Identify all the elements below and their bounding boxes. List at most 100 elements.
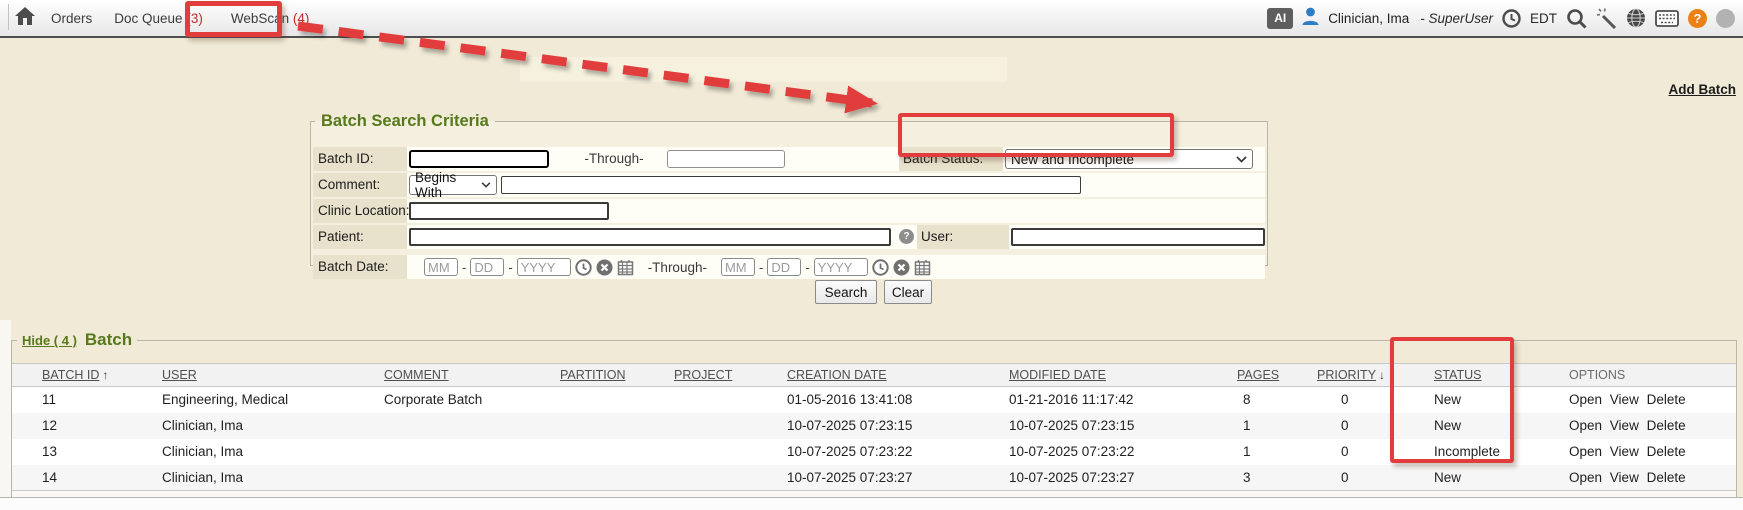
priority-cell: 0 [1315,465,1432,491]
column-header-partition[interactable]: PARTITION [558,364,672,387]
batch-date-to-day-input[interactable] [767,258,801,276]
modified-date-cell: 10-07-2025 07:23:27 [1007,465,1235,491]
delete-link[interactable]: Delete [1647,470,1686,485]
batch-date-from-year-input[interactable] [517,258,571,276]
batch-id-cell: 13 [12,439,160,465]
time-picker-icon[interactable] [575,259,592,276]
pages-cell: 1 [1235,439,1315,465]
sort-asc-icon[interactable]: ↑ [102,368,108,382]
time-picker-icon[interactable] [872,259,889,276]
column-header-creation-date[interactable]: CREATION DATE [785,364,1007,387]
delete-link[interactable]: Delete [1647,444,1686,459]
add-batch-link[interactable]: Add Batch [1669,82,1737,97]
batch-id-row: Batch ID: -Through- Batch Status: New an… [313,147,1265,171]
modified-date-cell: 10-07-2025 07:23:22 [1007,439,1235,465]
top-nav-bar: Orders Doc Queue (3) WebScan (4) AI Clin… [0,0,1743,38]
batch-date-group: - - -Through- - [424,255,931,279]
magic-wand-icon[interactable] [1596,8,1617,29]
creation-date-cell: 10-07-2025 07:23:22 [785,439,1007,465]
user-input[interactable] [1011,228,1265,246]
column-header-comment[interactable]: COMMENT [382,364,558,387]
left-gutter [0,320,11,510]
search-button[interactable]: Search [815,280,877,304]
user-icon [1302,7,1319,30]
batch-status-value: New and Incomplete [1011,152,1134,167]
help-icon[interactable]: ? [1688,9,1707,28]
nav-item-doc-queue[interactable]: Doc Queue (3) [114,11,203,26]
clinic-location-input[interactable] [409,202,609,220]
clinic-location-label: Clinic Location: [313,199,407,223]
patient-help-icon[interactable]: ? [899,229,914,244]
clear-button[interactable]: Clear [884,280,932,304]
column-header-pages[interactable]: PAGES [1235,364,1315,387]
open-link[interactable]: Open [1569,392,1602,407]
comment-row: Comment: Begins With [313,173,1265,197]
batch-date-row: Batch Date: - - -Throug [313,255,1265,279]
comment-operator-select[interactable]: Begins With [409,175,497,195]
column-header-project[interactable]: PROJECT [672,364,785,387]
comment-cell [382,465,558,491]
status-cell: New [1432,387,1567,413]
project-cell [672,439,785,465]
hide-results-link[interactable]: Hide ( 4 ) [22,333,77,348]
priority-cell: 0 [1315,413,1432,439]
batch-search-criteria-panel: Batch Search Criteria Batch ID: -Through… [310,112,1268,266]
column-header-priority[interactable]: PRIORITY↓ [1315,364,1432,387]
open-link[interactable]: Open [1569,470,1602,485]
partition-cell [558,465,672,491]
batch-date-from-month-input[interactable] [424,258,458,276]
sort-desc-icon[interactable]: ↓ [1379,368,1385,382]
column-header-status[interactable]: STATUS [1432,364,1567,387]
user-cell: Engineering, Medical [160,387,382,413]
ai-badge[interactable]: AI [1267,8,1293,29]
table-header-row: BATCH ID↑ USER COMMENT PARTITION PROJECT… [12,364,1736,387]
keyboard-icon[interactable] [1655,10,1679,27]
batch-date-to-year-input[interactable] [814,258,868,276]
date-separator: - [462,260,466,275]
user-cell: Clinician, Ima [160,413,382,439]
nav-item-webscan[interactable]: WebScan (4) [231,11,310,26]
batch-status-select[interactable]: New and Incomplete [1005,149,1253,169]
comment-input[interactable] [501,176,1081,194]
user-name: Clinician, Ima [1328,11,1409,26]
user-label: User: [917,225,1009,249]
column-header-user[interactable]: USER [160,364,382,387]
batch-id-to-input[interactable] [667,150,785,168]
view-link[interactable]: View [1610,470,1639,485]
column-header-modified-date[interactable]: MODIFIED DATE [1007,364,1235,387]
nav-item-label: Doc Queue [114,11,182,26]
view-link[interactable]: View [1610,444,1639,459]
patient-input[interactable] [409,228,891,246]
status-circle-icon [1716,9,1735,28]
batch-date-to-month-input[interactable] [721,258,755,276]
home-button[interactable] [15,7,35,30]
search-icon[interactable] [1566,8,1587,29]
batch-date-from-day-input[interactable] [470,258,504,276]
open-link[interactable]: Open [1569,418,1602,433]
search-criteria-legend: Batch Search Criteria [315,112,495,131]
open-link[interactable]: Open [1569,444,1602,459]
clear-date-icon[interactable] [893,259,910,276]
comment-cell [382,439,558,465]
view-link[interactable]: View [1610,392,1639,407]
view-link[interactable]: View [1610,418,1639,433]
nav-item-label: Orders [51,11,92,26]
nav-item-orders[interactable]: Orders [51,11,92,26]
priority-cell: 0 [1315,387,1432,413]
project-cell [672,413,785,439]
batch-id-from-input[interactable] [409,150,549,168]
calendar-icon[interactable] [914,259,931,276]
nav-right-group: AI Clinician, Ima - SuperUser EDT ? [1267,7,1735,30]
calendar-icon[interactable] [617,259,634,276]
status-cell: New [1432,413,1567,439]
batch-id-cell: 12 [12,413,160,439]
globe-icon[interactable] [1626,8,1646,28]
clear-date-icon[interactable] [596,259,613,276]
status-cell: New [1432,465,1567,491]
table-row: 12 Clinician, Ima 10-07-2025 07:23:15 10… [12,413,1736,439]
column-header-batch-id[interactable]: BATCH ID↑ [12,364,160,387]
delete-link[interactable]: Delete [1647,392,1686,407]
delete-link[interactable]: Delete [1647,418,1686,433]
creation-date-cell: 10-07-2025 07:23:15 [785,413,1007,439]
options-cell: Open View Delete [1567,465,1736,491]
